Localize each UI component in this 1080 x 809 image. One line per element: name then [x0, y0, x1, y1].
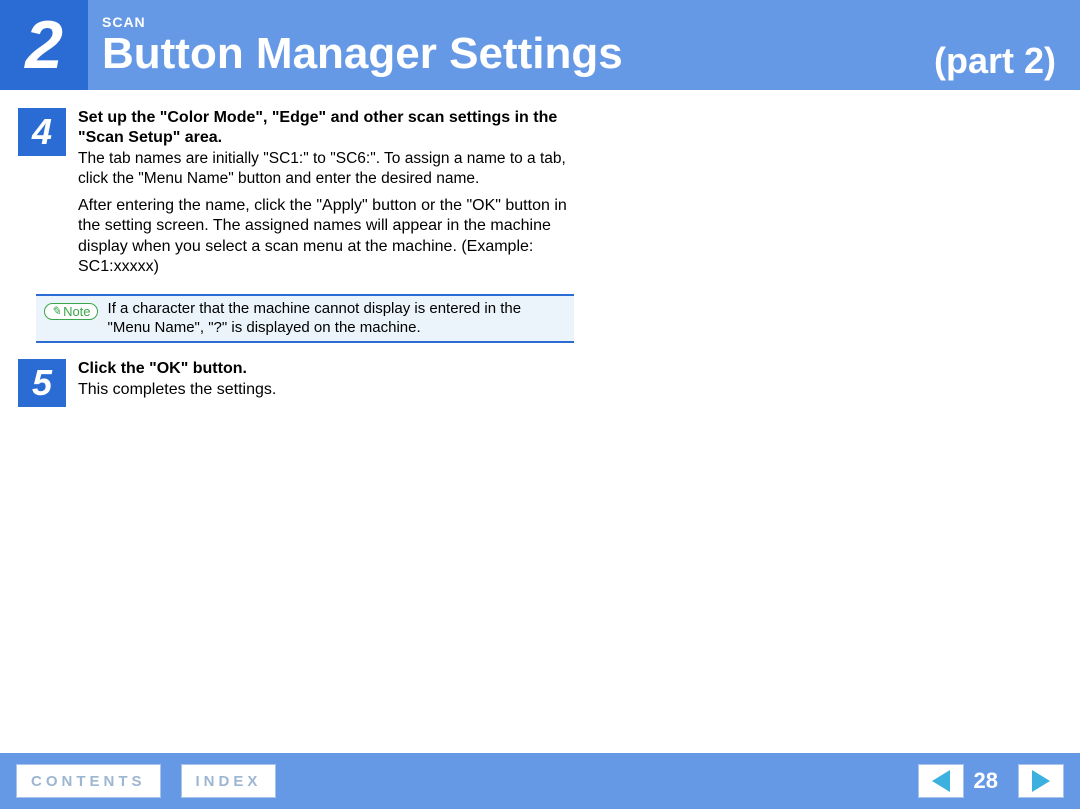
contents-button[interactable]: CONTENTS — [16, 764, 161, 798]
step-4-after: After entering the name, click the "Appl… — [78, 196, 568, 278]
page-title: Button Manager Settings — [102, 32, 623, 76]
page-header: 2 SCAN Button Manager Settings (part 2) — [0, 0, 1080, 90]
next-page-button[interactable] — [1018, 764, 1064, 798]
step-number-4: 4 — [18, 108, 66, 156]
arrow-left-icon — [932, 770, 950, 792]
arrow-right-icon — [1032, 770, 1050, 792]
note-text: If a character that the machine cannot d… — [108, 300, 566, 338]
step-4: 4 Set up the "Color Mode", "Edge" and ot… — [18, 108, 1062, 278]
footer-bar: CONTENTS INDEX 28 — [0, 753, 1080, 809]
note-badge: ✎ Note — [44, 303, 98, 320]
section-name: SCAN — [102, 14, 623, 30]
step-number-5: 5 — [18, 359, 66, 407]
chapter-number-box: 2 — [0, 0, 88, 90]
step-5-body: Click the "OK" button. This completes th… — [78, 359, 276, 400]
content-area: 4 Set up the "Color Mode", "Edge" and ot… — [0, 90, 1080, 407]
step-5: 5 Click the "OK" button. This completes … — [18, 359, 1062, 407]
prev-page-button[interactable] — [918, 764, 964, 798]
chapter-number: 2 — [25, 6, 63, 84]
header-text: SCAN Button Manager Settings — [88, 14, 623, 76]
step-4-title: Set up the "Color Mode", "Edge" and othe… — [78, 109, 557, 146]
pencil-icon: ✎ — [51, 304, 61, 318]
note-box: ✎ Note If a character that the machine c… — [36, 294, 574, 344]
page-number: 28 — [974, 768, 998, 794]
step-5-text: This completes the settings. — [78, 381, 276, 398]
step-5-title: Click the "OK" button. — [78, 360, 247, 377]
index-button[interactable]: INDEX — [181, 764, 277, 798]
part-label: (part 2) — [934, 40, 1056, 82]
step-4-body: Set up the "Color Mode", "Edge" and othe… — [78, 108, 568, 278]
note-label: Note — [63, 304, 90, 319]
step-4-subtext: The tab names are initially "SC1:" to "S… — [78, 150, 566, 187]
